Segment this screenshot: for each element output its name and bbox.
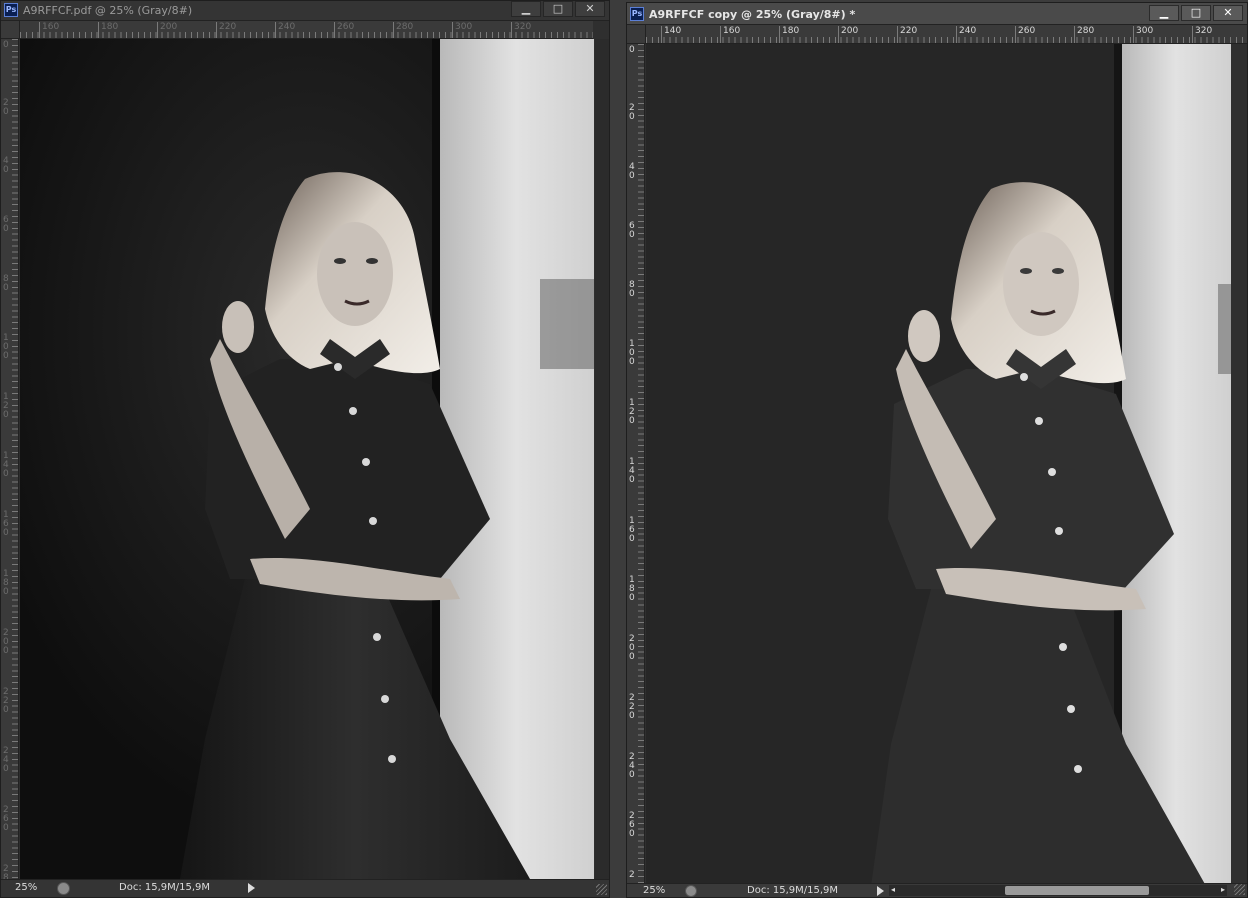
ruler-ticks xyxy=(12,39,18,879)
minimize-button[interactable]: ▁ xyxy=(511,1,541,17)
ruler-label: 180 xyxy=(97,22,119,38)
portrait-photo xyxy=(646,44,1231,886)
document-size-info: Doc: 15,9M/15,9M xyxy=(747,885,839,896)
ruler-label: 220 xyxy=(3,687,9,715)
ruler-label: 260 xyxy=(629,811,635,839)
status-menu-arrow-icon[interactable] xyxy=(877,886,884,896)
ruler-label: 180 xyxy=(629,575,635,603)
ruler-label: 100 xyxy=(629,339,635,367)
scroll-right-arrow-icon[interactable]: ▸ xyxy=(1221,885,1225,894)
horizontal-ruler[interactable]: 140 160 180 200 220 240 260 280 300 320 xyxy=(646,25,1247,44)
photoshop-app-icon: Ps xyxy=(4,3,18,17)
ruler-label: 60 xyxy=(629,221,635,240)
document-window-original[interactable]: Ps A9RFFCF.pdf @ 25% (Gray/8#) ▁ □ ✕ 160… xyxy=(0,0,610,898)
ruler-ticks xyxy=(638,44,644,886)
document-size-info: Doc: 15,9M/15,9M xyxy=(119,882,211,893)
ruler-label: 260 xyxy=(333,22,355,38)
ruler-label: 160 xyxy=(629,516,635,544)
document-title: A9RFFCF.pdf @ 25% (Gray/8#) xyxy=(23,4,193,17)
status-bar: 25% Doc: 15,9M/15,9M xyxy=(1,879,609,897)
ruler-label: 180 xyxy=(3,569,9,597)
ruler-label: 220 xyxy=(896,26,918,43)
ruler-label: 80 xyxy=(629,280,635,299)
vertical-ruler[interactable]: 0 20 40 60 80 100 120 140 160 180 200 22… xyxy=(627,44,645,886)
photoshop-app-icon: Ps xyxy=(630,7,644,21)
ruler-origin[interactable] xyxy=(1,21,20,39)
image-canvas[interactable] xyxy=(646,44,1231,886)
scroll-thumb[interactable] xyxy=(1005,886,1149,895)
ruler-label: 40 xyxy=(3,156,9,175)
ruler-label: 280 xyxy=(3,864,9,880)
image-canvas[interactable] xyxy=(20,39,594,879)
ruler-label: 200 xyxy=(837,26,859,43)
title-bar[interactable]: Ps A9RFFCF.pdf @ 25% (Gray/8#) ▁ □ ✕ xyxy=(1,1,609,21)
ruler-label: 40 xyxy=(629,162,635,181)
resize-grip-icon[interactable] xyxy=(596,884,607,895)
ruler-label: 300 xyxy=(1132,26,1154,43)
ruler-label: 300 xyxy=(451,22,473,38)
ruler-label: 120 xyxy=(629,398,635,426)
status-menu-arrow-icon[interactable] xyxy=(248,883,255,893)
zoom-level[interactable]: 25% xyxy=(15,882,37,893)
ruler-label: 2 xyxy=(629,870,635,880)
ruler-label: 60 xyxy=(3,215,9,234)
vertical-ruler[interactable]: 0 20 40 60 80 100 120 140 160 180 200 22… xyxy=(1,39,19,879)
ruler-label: 240 xyxy=(955,26,977,43)
ruler-label: 100 xyxy=(3,333,9,361)
ruler-label: 120 xyxy=(3,392,9,420)
ruler-label: 80 xyxy=(3,274,9,293)
ruler-label: 140 xyxy=(660,26,682,43)
ruler-label: 160 xyxy=(3,510,9,538)
document-title: A9RFFCF copy @ 25% (Gray/8#) * xyxy=(649,8,856,21)
scroll-left-arrow-icon[interactable]: ◂ xyxy=(891,885,895,894)
status-bar: 25% Doc: 15,9M/15,9M ◂ ▸ xyxy=(627,883,1247,897)
resize-grip-icon[interactable] xyxy=(1234,884,1245,895)
maximize-button[interactable]: □ xyxy=(1181,5,1211,21)
ruler-label: 0 xyxy=(629,45,635,55)
close-button[interactable]: ✕ xyxy=(575,1,605,17)
ruler-label: 20 xyxy=(629,103,635,122)
ruler-label: 260 xyxy=(3,805,9,833)
ruler-label: 180 xyxy=(778,26,800,43)
navigator-icon[interactable] xyxy=(57,882,70,895)
ruler-label: 220 xyxy=(215,22,237,38)
ruler-label: 320 xyxy=(1191,26,1213,43)
ruler-label: 200 xyxy=(3,628,9,656)
minimize-button[interactable]: ▁ xyxy=(1149,5,1179,21)
ruler-label: 160 xyxy=(38,22,60,38)
ruler-label: 320 xyxy=(510,22,532,38)
ruler-origin[interactable] xyxy=(627,25,646,44)
ruler-label: 240 xyxy=(3,746,9,774)
horizontal-scrollbar[interactable]: ◂ ▸ xyxy=(889,885,1227,896)
ruler-label: 280 xyxy=(392,22,414,38)
vertical-scrollbar[interactable] xyxy=(595,39,609,879)
portrait-photo xyxy=(20,39,594,879)
ruler-label: 240 xyxy=(274,22,296,38)
close-button[interactable]: ✕ xyxy=(1213,5,1243,21)
ruler-label: 220 xyxy=(629,693,635,721)
ruler-label: 280 xyxy=(1073,26,1095,43)
ruler-label: 160 xyxy=(719,26,741,43)
ruler-label: 260 xyxy=(1014,26,1036,43)
maximize-button[interactable]: □ xyxy=(543,1,573,17)
ruler-label: 140 xyxy=(629,457,635,485)
ruler-label: 200 xyxy=(629,634,635,662)
title-bar[interactable]: Ps A9RFFCF copy @ 25% (Gray/8#) * ▁ □ ✕ xyxy=(627,3,1247,25)
ruler-ticks xyxy=(20,32,593,38)
ruler-label: 20 xyxy=(3,98,9,117)
ruler-label: 200 xyxy=(156,22,178,38)
document-window-copy[interactable]: Ps A9RFFCF copy @ 25% (Gray/8#) * ▁ □ ✕ … xyxy=(626,2,1248,898)
ruler-label: 140 xyxy=(3,451,9,479)
ruler-label: 0 xyxy=(3,40,9,50)
horizontal-ruler[interactable]: 160 180 200 220 240 260 280 300 320 xyxy=(20,21,593,39)
ruler-label: 240 xyxy=(629,752,635,780)
navigator-icon[interactable] xyxy=(685,885,697,897)
ruler-ticks xyxy=(646,37,1247,43)
zoom-level[interactable]: 25% xyxy=(643,885,665,896)
